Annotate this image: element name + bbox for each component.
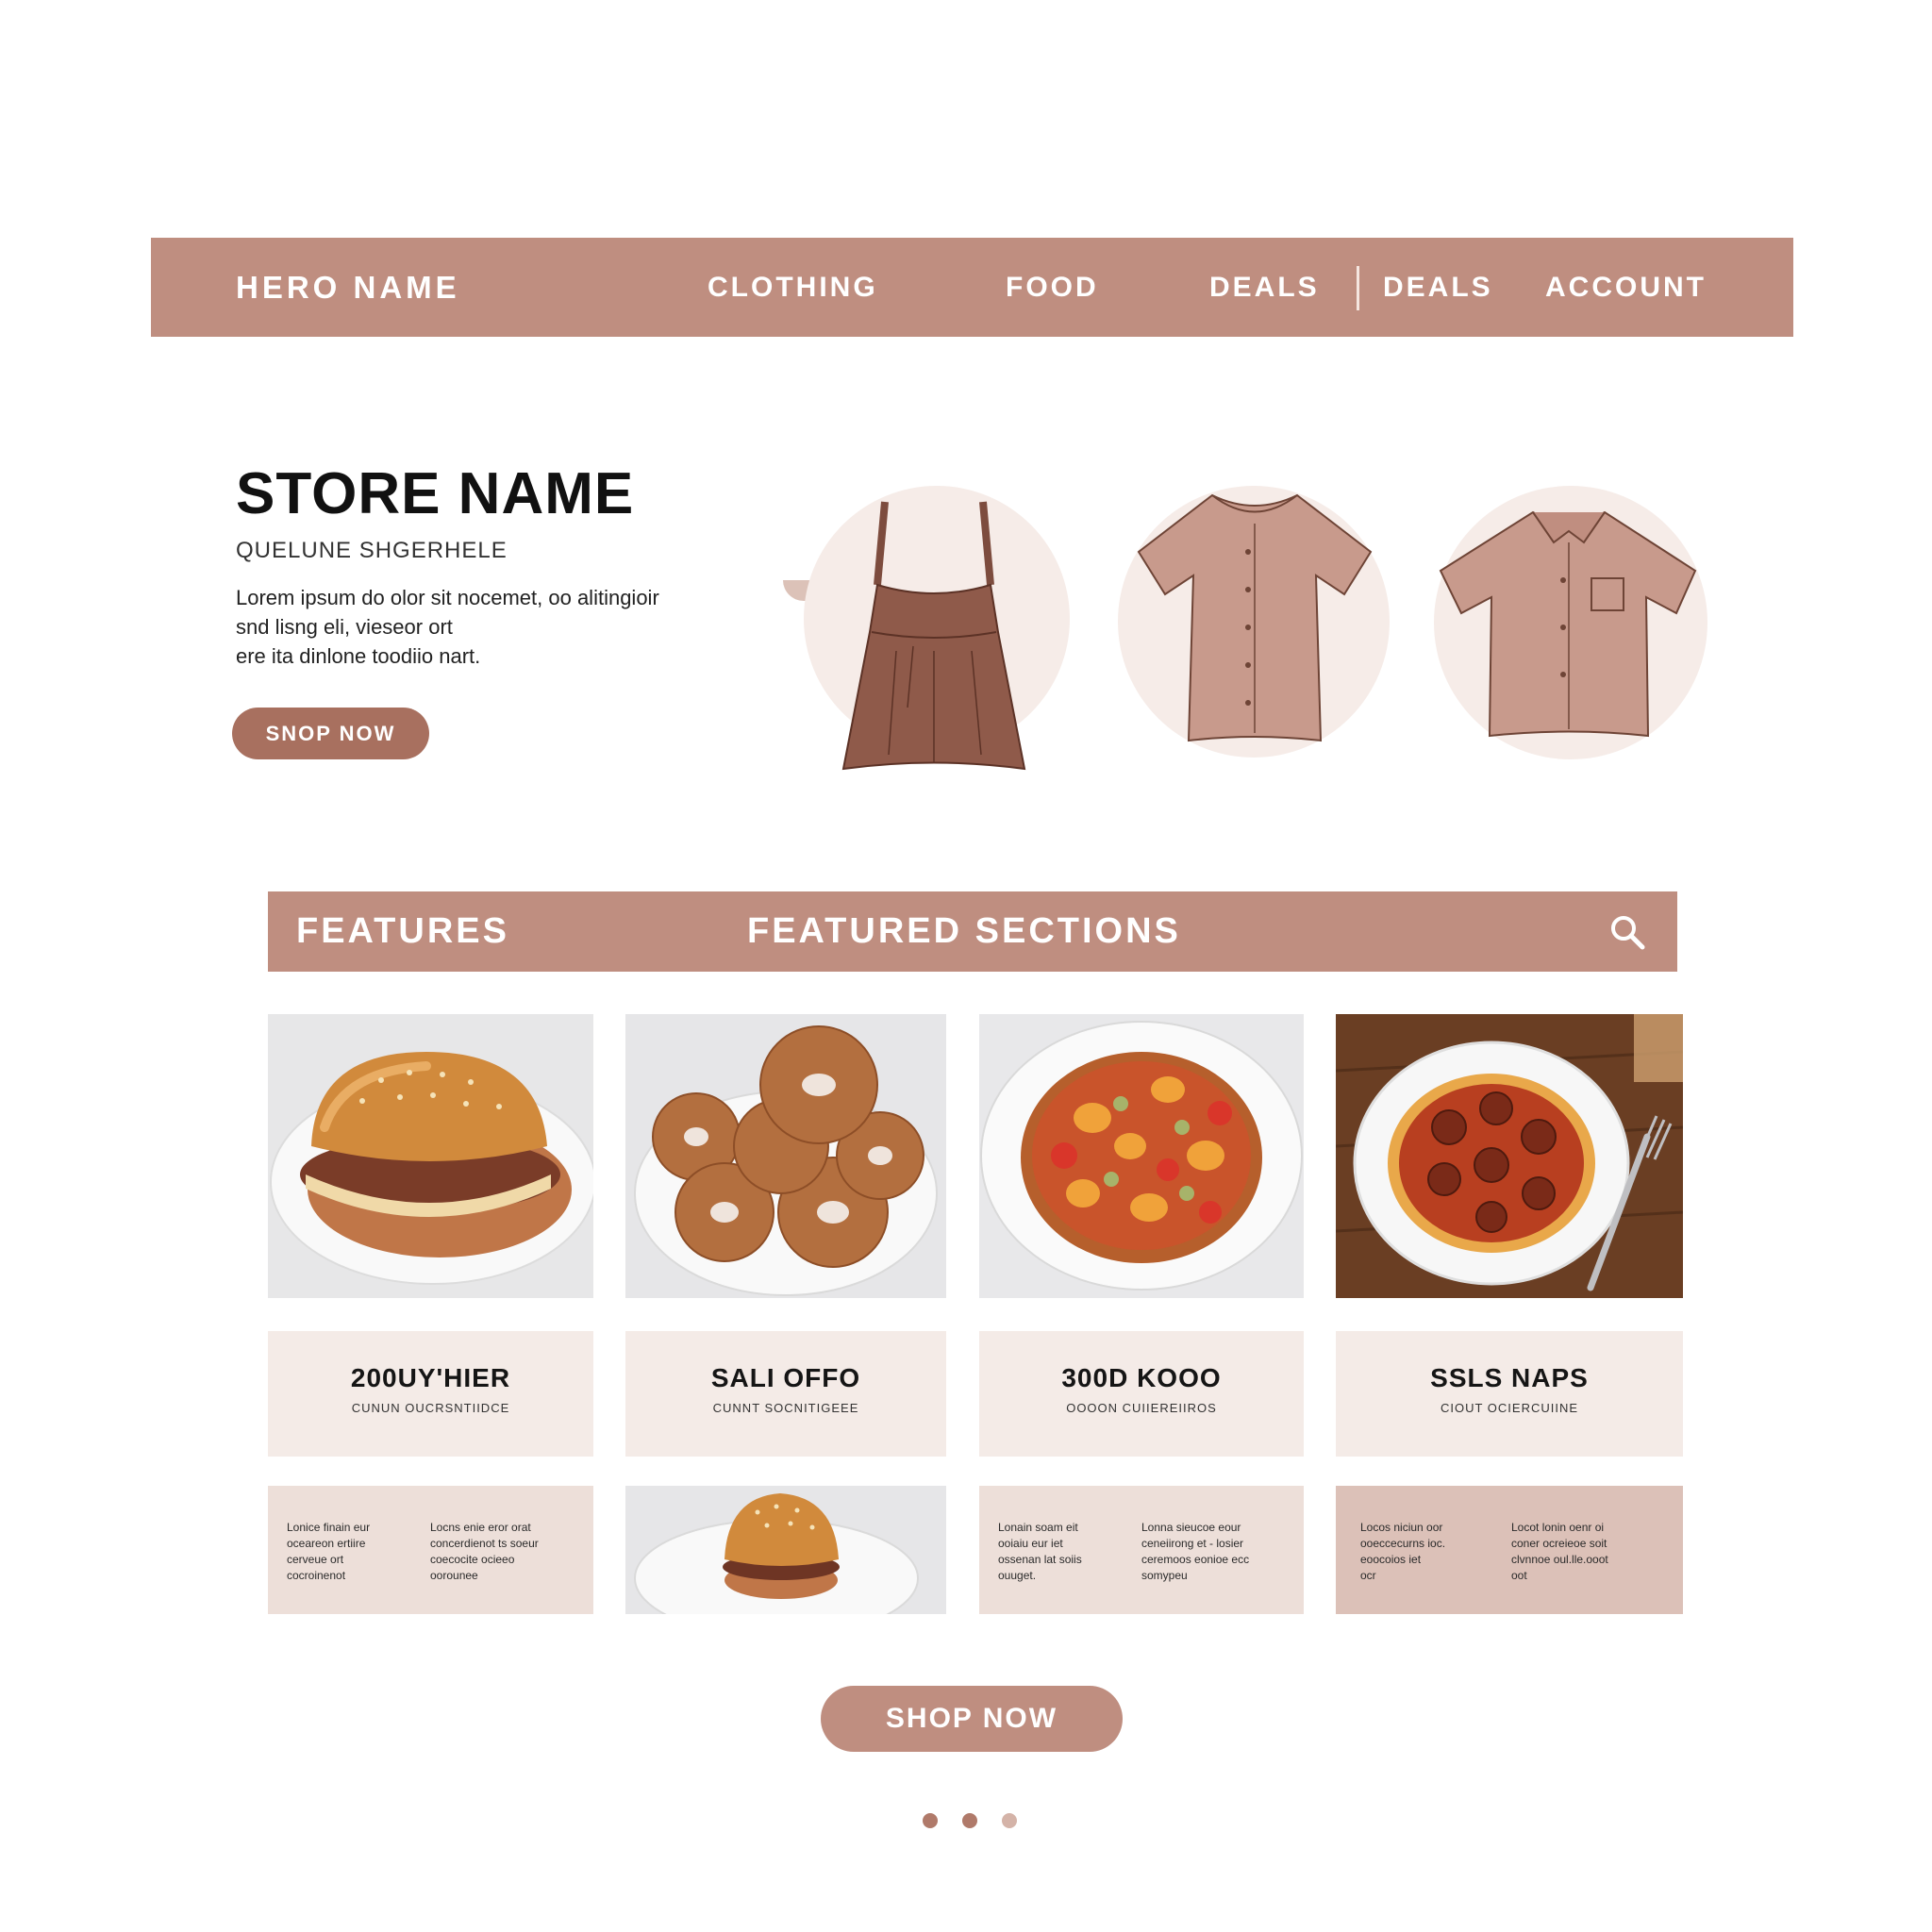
info-line: coecocite ocieeo [430,1553,515,1566]
features-bar: FEATURES FEATURED SECTIONS [268,891,1677,972]
polo-shirt-icon[interactable] [1429,505,1707,741]
info-line: ooeccecurns ioc. [1360,1537,1446,1550]
product-card[interactable]: 200UY'HIER CUNUN OUCRSNTIIDCE [268,1331,593,1457]
product-image-pizza-wood[interactable] [1336,1014,1683,1298]
product-subtitle: CIOUT OCIERCUIINE [1440,1401,1579,1415]
search-icon[interactable] [1607,912,1647,952]
product-title: SALI OFFO [710,1363,861,1392]
tshirt-icon[interactable] [1127,486,1382,750]
info-column: Locos niciun oor ooeccecurns ioc. eoocoi… [1360,1520,1502,1584]
pagination-dot[interactable] [1002,1813,1017,1828]
info-line: ocr [1360,1569,1376,1582]
info-column: Lonice finain eur oceareon ertiire cerve… [287,1520,428,1584]
brand-name[interactable]: HERO NAME [236,238,460,337]
store-description: Lorem ipsum do olor sit nocemet, oo alit… [236,583,726,671]
product-card[interactable]: SSLS NAPS CIOUT OCIERCUIINE [1336,1331,1683,1457]
description-line: ere ita dinlone toodiio nart. [236,644,481,668]
product-title: 300D KOOO [1061,1363,1222,1392]
info-line: eoocoios iet [1360,1553,1422,1566]
product-image-donuts[interactable] [625,1014,946,1298]
product-title: 200UY'HIER [350,1363,511,1392]
nav-deals[interactable]: DEALS [1209,238,1320,337]
description-line: Lorem ipsum do olor sit nocemet, oo alit… [236,586,659,609]
pagination-dot-active[interactable] [962,1813,977,1828]
shop-now-button-hero[interactable]: SNOP NOW [232,708,429,759]
description-line: snd lisng eli, vieseor ort [236,615,453,639]
info-line: ceneiirong et - losier [1141,1537,1244,1550]
info-line: ouuget. [998,1569,1037,1582]
product-subtitle: CUNUN OUCRSNTIIDCE [351,1401,510,1415]
store-subtitle: QUELUNE SHGERHELE [236,538,508,563]
features-label[interactable]: FEATURES [296,891,509,972]
info-line: Locns enie eror orat [430,1521,531,1534]
info-line: clvnnoe oul.lle.ooot [1511,1553,1608,1566]
info-line: Lonna sieucoe eour [1141,1521,1241,1534]
product-image-pizza[interactable] [979,1014,1304,1298]
info-line: Lonain soam eit [998,1521,1078,1534]
info-line: Lonice finain eur [287,1521,371,1534]
info-line: cocroinenot [287,1569,346,1582]
product-image-burger-small[interactable] [625,1486,946,1614]
info-line: Locos niciun oor [1360,1521,1443,1534]
info-block: Lonice finain eur oceareon ertiire cerve… [268,1486,593,1614]
shop-now-button[interactable]: SHOP NOW [821,1686,1123,1752]
nav-food[interactable]: FOOD [1006,238,1099,337]
info-column: Locns enie eror orat concerdienot ts soe… [430,1520,572,1584]
store-title: STORE NAME [236,461,635,526]
info-line: cerveue ort [287,1553,344,1566]
info-line: Locot lonin oenr oi [1511,1521,1605,1534]
product-image-burger[interactable] [268,1014,593,1298]
info-line: somypeu [1141,1569,1188,1582]
info-line: concerdienot ts soeur [430,1537,539,1550]
product-subtitle: CUNNT SOCNITIGEEE [712,1401,859,1415]
info-line: oorounee [430,1569,478,1582]
top-navigation-bar: HERO NAME CLOTHING FOOD DEALS DEALS ACCO… [151,238,1793,337]
info-line: oceareon ertiire [287,1537,366,1550]
nav-account[interactable]: ACCOUNT [1545,238,1707,337]
dress-icon[interactable] [840,500,1028,774]
nav-deals-2[interactable]: DEALS [1383,238,1493,337]
nav-clothing[interactable]: CLOTHING [708,238,878,337]
product-card[interactable]: 300D KOOO OOOON CUIIEREIIROS [979,1331,1304,1457]
product-subtitle: OOOON CUIIEREIIROS [1066,1401,1217,1415]
info-line: ooiaiu eur iet [998,1537,1063,1550]
info-block: Locos niciun oor ooeccecurns ioc. eoocoi… [1336,1486,1683,1614]
info-line: ceremoos eonioe ecc [1141,1553,1250,1566]
info-line: coner ocreieoe soit [1511,1537,1607,1550]
info-column: Locot lonin oenr oi coner ocreieoe soit … [1511,1520,1653,1584]
featured-sections-title: FEATURED SECTIONS [747,911,1181,951]
nav-divider [1357,266,1359,310]
info-column: Lonna sieucoe eour ceneiirong et - losie… [1141,1520,1283,1584]
product-title: SSLS NAPS [1430,1363,1589,1392]
info-block: Lonain soam eit ooiaiu eur iet ossenan l… [979,1486,1304,1614]
product-card[interactable]: SALI OFFO CUNNT SOCNITIGEEE [625,1331,946,1457]
info-line: ossenan lat soiis [998,1553,1082,1566]
info-line: oot [1511,1569,1527,1582]
pagination-dot[interactable] [923,1813,938,1828]
info-column: Lonain soam eit ooiaiu eur iet ossenan l… [998,1520,1140,1584]
